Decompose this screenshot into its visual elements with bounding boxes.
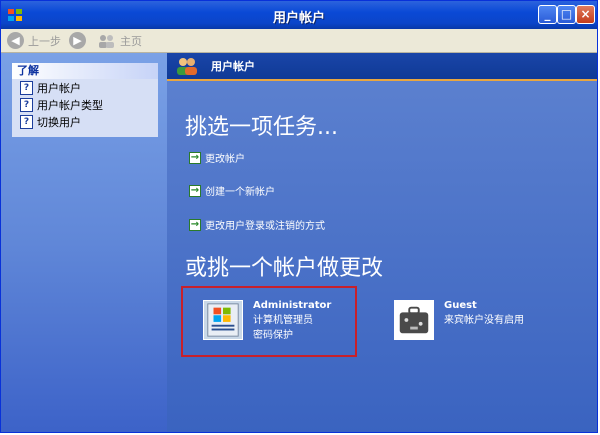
- main-content: 挑选一项任务... → 更改帐户 → 创建一个新帐户 → 更改用户登录或注销的方…: [167, 81, 597, 432]
- account-guest[interactable]: Guest 来宾帐户没有启用: [394, 300, 524, 340]
- account-status: 来宾帐户没有启用: [444, 315, 524, 326]
- home-button[interactable]: 主页: [97, 31, 142, 50]
- account-administrator[interactable]: Administrator 计算机管理员 密码保护: [203, 300, 331, 341]
- administrator-picture-icon: [203, 300, 243, 340]
- task-create-account[interactable]: → 创建一个新帐户: [189, 183, 275, 198]
- account-type: 计算机管理员: [253, 315, 313, 326]
- sidebar-item-user-accounts[interactable]: ? 用户帐户: [12, 79, 158, 96]
- help-icon: ?: [20, 80, 33, 95]
- learn-about-panel: 了解 ? 用户帐户 ? 用户帐户类型 ? 切换用户: [12, 63, 158, 137]
- task-label: 创建一个新帐户: [205, 187, 275, 198]
- back-button-label: 上一步: [28, 34, 61, 48]
- maximize-button[interactable]: □: [557, 5, 576, 24]
- account-status: 密码保护: [253, 330, 293, 341]
- green-arrow-icon: →: [189, 151, 201, 164]
- task-change-account[interactable]: → 更改帐户: [189, 150, 245, 165]
- content-header-title: 用户帐户: [211, 60, 255, 73]
- account-name: Guest: [444, 300, 477, 311]
- user-accounts-icon: [177, 58, 197, 75]
- sidebar-item-account-types[interactable]: ? 用户帐户类型: [12, 96, 158, 113]
- back-arrow-icon: ◀: [7, 32, 24, 49]
- back-button[interactable]: ◀ 上一步: [7, 31, 61, 50]
- green-arrow-icon: →: [189, 218, 201, 231]
- sidebar-item-label: 用户帐户类型: [37, 98, 103, 112]
- pick-task-heading: 挑选一项任务...: [185, 115, 338, 140]
- help-icon: ?: [20, 97, 33, 112]
- sidebar: 了解 ? 用户帐户 ? 用户帐户类型 ? 切换用户: [1, 53, 167, 432]
- task-change-logon-logoff[interactable]: → 更改用户登录或注销的方式: [189, 217, 325, 232]
- sidebar-item-label: 切换用户: [37, 115, 81, 129]
- task-label: 更改帐户: [205, 154, 245, 165]
- user-accounts-window: 用户帐户 _ □ × ◀ 上一步 ▶ 主页 了解 ? 用户帐户 ? 用户帐户类型…: [0, 0, 598, 433]
- minimize-button[interactable]: _: [538, 5, 557, 24]
- forward-arrow-icon: ▶: [69, 32, 86, 49]
- sidebar-item-switch-user[interactable]: ? 切换用户: [12, 113, 158, 130]
- help-icon: ?: [20, 114, 33, 129]
- account-name: Administrator: [253, 300, 332, 311]
- pick-account-heading: 或挑一个帐户做更改: [185, 256, 384, 281]
- navigation-toolbar: ◀ 上一步 ▶ 主页: [1, 29, 597, 53]
- close-button[interactable]: ×: [576, 5, 595, 24]
- title-bar[interactable]: 用户帐户 _ □ ×: [1, 1, 597, 29]
- task-label: 更改用户登录或注销的方式: [205, 221, 325, 232]
- content-header: 用户帐户: [167, 53, 597, 81]
- home-button-label: 主页: [120, 34, 142, 48]
- green-arrow-icon: →: [189, 184, 201, 197]
- guest-suitcase-icon: [394, 300, 434, 340]
- learn-about-header: 了解: [12, 63, 158, 79]
- forward-button[interactable]: ▶: [69, 31, 90, 50]
- window-title: 用户帐户: [272, 11, 325, 26]
- users-home-icon: [99, 34, 114, 48]
- sidebar-item-label: 用户帐户: [37, 81, 81, 95]
